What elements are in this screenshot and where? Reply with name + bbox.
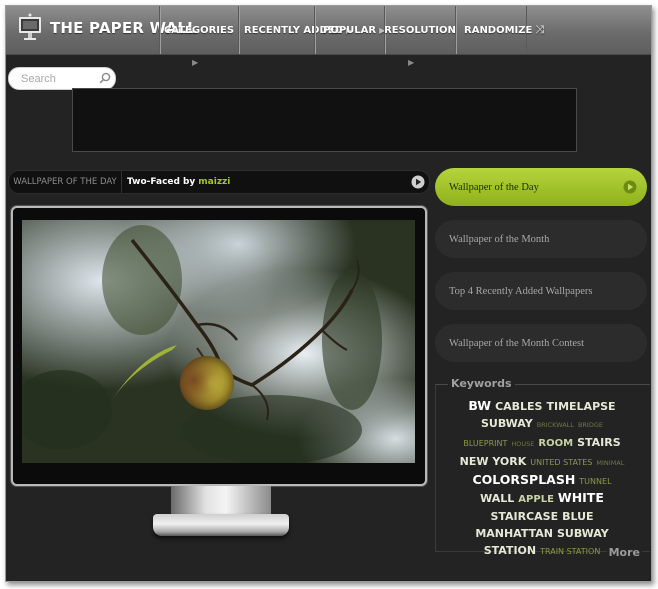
author-link[interactable]: maizzi (198, 177, 230, 187)
keyword-row: SUBWAY BRICKWALL BRIDGE (440, 414, 644, 433)
play-icon (623, 180, 637, 194)
site-header: THE PAPER WALL CATEGORIES RECENTLY ADDED… (6, 6, 651, 55)
keyword-tag[interactable]: MINIMAL (596, 456, 624, 471)
keywords-panel: Keywords BW CABLES TIMELAPSE SUBWAY BRICKWAL… (435, 377, 650, 559)
nav-label: CATEGORIES (163, 24, 235, 36)
shuffle-icon: ⤨ (535, 23, 545, 36)
keyword-row: BLUEPRINT HOUSE ROOM STAIRS (440, 433, 644, 452)
keyword-tag[interactable]: BW (468, 398, 491, 413)
monitor-icon (19, 13, 41, 40)
tab-label: Wallpaper of the Month (449, 233, 550, 245)
tab-wallpaper-of-the-month[interactable]: Wallpaper of the Month (435, 220, 647, 258)
more-keywords-link[interactable]: More (606, 546, 642, 559)
keyword-cloud: BW CABLES TIMELAPSE SUBWAY BRICKWALL BRIDGE BL… (440, 397, 644, 559)
tab-wallpaper-of-the-day[interactable]: Wallpaper of the Day (435, 168, 647, 206)
wallpaper-title[interactable]: Two-Faced (127, 177, 180, 187)
keywords-title: Keywords (448, 377, 515, 390)
nav-randomize[interactable]: RANDOMIZE ⤨ (455, 6, 544, 54)
tab-label: Wallpaper of the Day (449, 181, 539, 193)
keyword-tag[interactable]: TUNNEL (579, 474, 611, 489)
keyword-row: STAIRCASE BLUE (440, 507, 644, 524)
keyword-tag[interactable]: UNITED STATES (530, 455, 592, 470)
monitor-preview (11, 206, 427, 486)
keyword-tag[interactable]: HOUSE (511, 437, 534, 452)
keyword-tag[interactable]: STATION (484, 543, 536, 558)
featured-bar: WALLPAPER OF THE DAY Two-Faced by maizzi (8, 170, 430, 194)
keyword-tag[interactable]: SUBWAY (481, 416, 533, 431)
search-box[interactable] (8, 67, 116, 90)
monitor-stand-neck (171, 486, 271, 514)
nav-label: POPULAR (323, 24, 377, 36)
keyword-tag[interactable]: BLUE (562, 509, 593, 524)
keyword-row: NEW YORK UNITED STATES MINIMAL (440, 452, 644, 471)
play-icon[interactable] (411, 175, 425, 189)
featured-tabs: Wallpaper of the Day Wallpaper of the Mo… (435, 168, 647, 376)
tab-label: Top 4 Recently Added Wallpapers (449, 285, 593, 297)
keyword-tag[interactable]: CABLES (495, 399, 542, 414)
nav-label: RANDOMIZE (464, 24, 533, 36)
categories-dropdown-icon[interactable]: ▶ (192, 58, 198, 67)
nav-popular[interactable]: POPULAR ▶ (314, 6, 385, 54)
keyword-tag[interactable]: APPLE (518, 492, 554, 507)
nav-resolution[interactable]: RESOLUTION (384, 6, 456, 54)
search-icon[interactable] (99, 72, 111, 84)
keyword-tag[interactable]: STAIRS (577, 435, 621, 450)
keyword-row: COLORSPLASH TUNNEL (440, 471, 644, 489)
ad-banner (72, 88, 577, 152)
search-input[interactable] (19, 70, 97, 88)
tab-label: Wallpaper of the Month Contest (449, 337, 585, 349)
keyword-tag[interactable]: MANHATTAN (475, 526, 553, 541)
main-nav: CATEGORIES RECENTLY ADDED ▶ POPULAR ▶ RE… (159, 6, 544, 54)
keyword-tag[interactable]: NEW YORK (460, 454, 527, 469)
tab-month-contest[interactable]: Wallpaper of the Month Contest (435, 324, 647, 362)
nav-recently-added[interactable]: RECENTLY ADDED ▶ (238, 6, 352, 54)
resolution-dropdown-icon[interactable]: ▶ (408, 58, 414, 67)
wallpaper-image[interactable] (22, 220, 415, 463)
apple-branch-photo (22, 220, 415, 463)
keyword-tag[interactable]: WHITE (558, 490, 604, 505)
keyword-tag[interactable]: ROOM (538, 436, 573, 451)
keyword-tag[interactable]: STAIRCASE (490, 509, 558, 524)
featured-label: WALLPAPER OF THE DAY (9, 171, 122, 193)
keyword-row: BW CABLES TIMELAPSE (440, 397, 644, 414)
keyword-row: MANHATTAN SUBWAY (440, 524, 644, 541)
keyword-row: WALL APPLE WHITE (440, 489, 644, 507)
nav-label: RESOLUTION (384, 24, 456, 36)
by-text: by (182, 177, 196, 187)
keyword-tag[interactable]: BRIDGE (578, 418, 603, 433)
nav-categories[interactable]: CATEGORIES (159, 6, 238, 54)
featured-title: Two-Faced by maizzi (127, 171, 230, 193)
browser-frame: THE PAPER WALL CATEGORIES RECENTLY ADDED… (5, 5, 652, 582)
keyword-tag[interactable]: TIMELAPSE (546, 399, 615, 414)
keyword-tag[interactable]: BLUEPRINT (463, 436, 507, 451)
keyword-tag[interactable]: BRICKWALL (537, 418, 574, 433)
tab-top-recently-added[interactable]: Top 4 Recently Added Wallpapers (435, 272, 647, 310)
keyword-tag[interactable]: COLORSPLASH (472, 472, 575, 487)
keyword-tag[interactable]: TRAIN STATION (540, 544, 600, 559)
keyword-tag[interactable]: WALL (480, 491, 514, 506)
monitor-stand-base (153, 514, 289, 536)
keyword-tag[interactable]: SUBWAY (557, 526, 609, 541)
